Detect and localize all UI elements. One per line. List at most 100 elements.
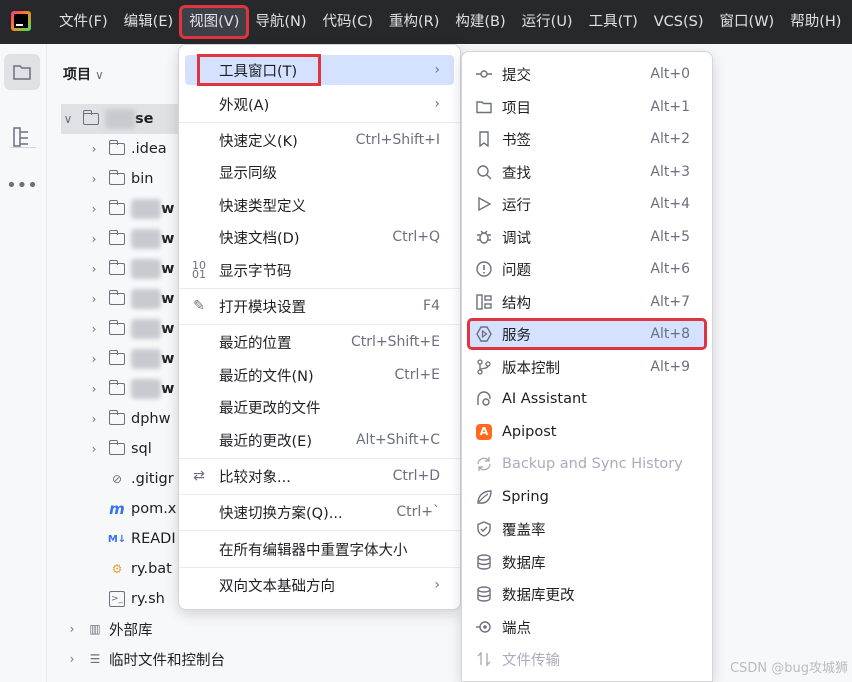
view-menu-module-settings[interactable]: ✎ 打开模块设置 F4 [185,291,454,321]
menu-separator [179,530,460,531]
panel-title[interactable]: 项目 ∨ [63,64,104,84]
tree-item-module[interactable]: › w [87,254,174,284]
menu-code[interactable]: 代码(C) [315,7,381,37]
tree-item-pom[interactable]: m pom.x [109,494,176,524]
tree-item-module[interactable]: › w [87,194,174,224]
view-menu-recently-changed-files[interactable]: 最近更改的文件 [185,392,454,422]
view-menu-quick-type-definition[interactable]: 快速类型定义 [185,190,454,220]
chevron-right-icon: › [434,62,440,78]
tool-window-structure[interactable]: 结构 Alt+7 [468,287,706,317]
menu-navigate[interactable]: 导航(N) [247,7,314,37]
tree-item-module[interactable]: › w [87,344,174,374]
tool-window-endpoints[interactable]: 端点 [468,612,706,642]
ai-assistant-icon [477,391,491,406]
tree-item-scratches[interactable]: › ☰ 临时文件和控制台 [65,644,225,674]
tool-window-file-transfer[interactable]: 文件传输 [468,644,706,674]
pencil-icon: ✎ [193,298,205,314]
view-menu-reset-font-size[interactable]: 在所有编辑器中重置字体大小 [185,534,454,564]
redacted-name [131,289,161,309]
tool-window-services[interactable]: 服务 Alt+8 [467,318,707,350]
view-menu-quick-documentation[interactable]: 快速文档(D) Ctrl+Q [185,222,454,252]
tree-item-label: se [135,111,154,127]
tree-item-dphw[interactable]: › dphw [87,404,170,434]
menu-shortcut: Alt+6 [650,261,690,277]
tree-item-label: sql [131,441,152,457]
chevron-right-icon: › [91,352,97,366]
menu-tools[interactable]: 工具(T) [581,7,646,37]
menu-separator [179,288,460,289]
tree-item-bin[interactable]: › bin [87,164,153,194]
tool-window-find[interactable]: 查找 Alt+3 [468,157,706,187]
commit-icon [476,70,492,78]
compare-icon: ⇄ [193,468,205,484]
chevron-right-icon: › [91,382,97,396]
view-menu-recent-files[interactable]: 最近的文件(N) Ctrl+E [185,360,454,390]
tree-item-ry-sh[interactable]: >_ ry.sh [109,584,165,614]
tree-item-readme[interactable]: M↓ READI [108,524,176,554]
menu-item-label: 快速文档(D) [219,230,300,247]
menu-window[interactable]: 窗口(W) [712,7,783,37]
tree-item-module[interactable]: › w [87,224,174,254]
library-icon: ▥ [89,622,101,636]
tree-item-module[interactable]: › w [87,284,174,314]
tool-window-backup-sync[interactable]: Backup and Sync History [468,449,706,479]
menu-vcs[interactable]: VCS(S) [646,7,712,37]
tree-item-module[interactable]: › w [87,374,174,404]
tool-window-apipost[interactable]: A Apipost [468,417,706,447]
menu-edit[interactable]: 编辑(E) [116,7,181,37]
tree-item-module[interactable]: › w [87,314,174,344]
menu-view[interactable]: 视图(V) [179,5,250,39]
redacted-name [105,109,135,129]
view-menu-bidi-direction[interactable]: 双向文本基础方向 › [185,570,454,600]
more-tools-button[interactable]: ••• [4,167,40,203]
tool-window-coverage[interactable]: 覆盖率 [468,514,706,544]
tree-item-idea[interactable]: › .idea [87,134,167,164]
app-logo-icon[interactable] [11,11,31,31]
scratches-icon: ☰ [89,652,101,666]
menu-run[interactable]: 运行(U) [514,7,581,37]
view-menu-show-bytecode[interactable]: 10 01 显示字节码 [185,255,454,285]
view-menu-compare-with[interactable]: ⇄ 比较对象... Ctrl+D [185,461,454,491]
tool-window-debug[interactable]: 调试 Alt+5 [468,222,706,252]
redacted-name [131,379,161,399]
view-menu-recent-locations[interactable]: 最近的位置 Ctrl+Shift+E [185,327,454,357]
tool-window-database-changes[interactable]: 数据库更改 [468,579,706,609]
menu-refactor[interactable]: 重构(R) [381,7,447,37]
tool-window-problems[interactable]: 问题 Alt+6 [468,254,706,284]
view-menu-show-siblings[interactable]: 显示同级 [185,157,454,187]
view-menu-appearance[interactable]: 外观(A) › [185,89,454,119]
tool-window-run[interactable]: 运行 Alt+4 [468,189,706,219]
view-menu-quick-switch-scheme[interactable]: 快速切换方案(Q)... Ctrl+` [185,497,454,527]
chevron-right-icon: › [434,96,440,112]
chevron-right-icon: › [91,412,97,426]
tree-item-ry-bat[interactable]: ⚙ ry.bat [109,554,172,584]
tool-window-project[interactable]: 项目 Alt+1 [468,92,706,122]
menu-item-label: 结构 [502,295,531,312]
tool-window-bookmarks[interactable]: 书签 Alt+2 [468,124,706,154]
menu-build[interactable]: 构建(B) [447,7,513,37]
sync-icon [477,457,491,471]
structure-tool-button[interactable] [4,119,40,155]
folder-icon [108,440,125,455]
view-menu-quick-definition[interactable]: 快速定义(K) Ctrl+Shift+I [185,125,454,155]
tree-item-gitignore[interactable]: ⊘ .gitigr [109,464,174,494]
database-icon [477,554,491,570]
view-menu-recent-changes[interactable]: 最近的更改(E) Alt+Shift+C [185,425,454,455]
tool-window-commit[interactable]: 提交 Alt+0 [468,59,706,89]
menu-help[interactable]: 帮助(H) [782,7,849,37]
chevron-right-icon: › [69,652,75,666]
run-icon [478,196,492,212]
tree-item-sql[interactable]: › sql [87,434,152,464]
chevron-right-icon: › [91,142,97,156]
tree-item-external-libraries[interactable]: › ▥ 外部库 [65,614,153,644]
menu-shortcut: Alt+8 [650,326,690,342]
menu-file[interactable]: 文件(F) [51,7,116,37]
menu-item-label: 数据库更改 [502,587,575,604]
tool-window-vcs[interactable]: 版本控制 Alt+9 [468,352,706,382]
tool-window-ai-assistant[interactable]: AI Assistant [468,384,706,414]
project-tool-button[interactable] [4,54,40,90]
tool-window-database[interactable]: 数据库 [468,547,706,577]
more-icon: ••• [6,174,38,196]
bookmark-icon [479,131,489,147]
tool-window-spring[interactable]: Spring [468,482,706,512]
